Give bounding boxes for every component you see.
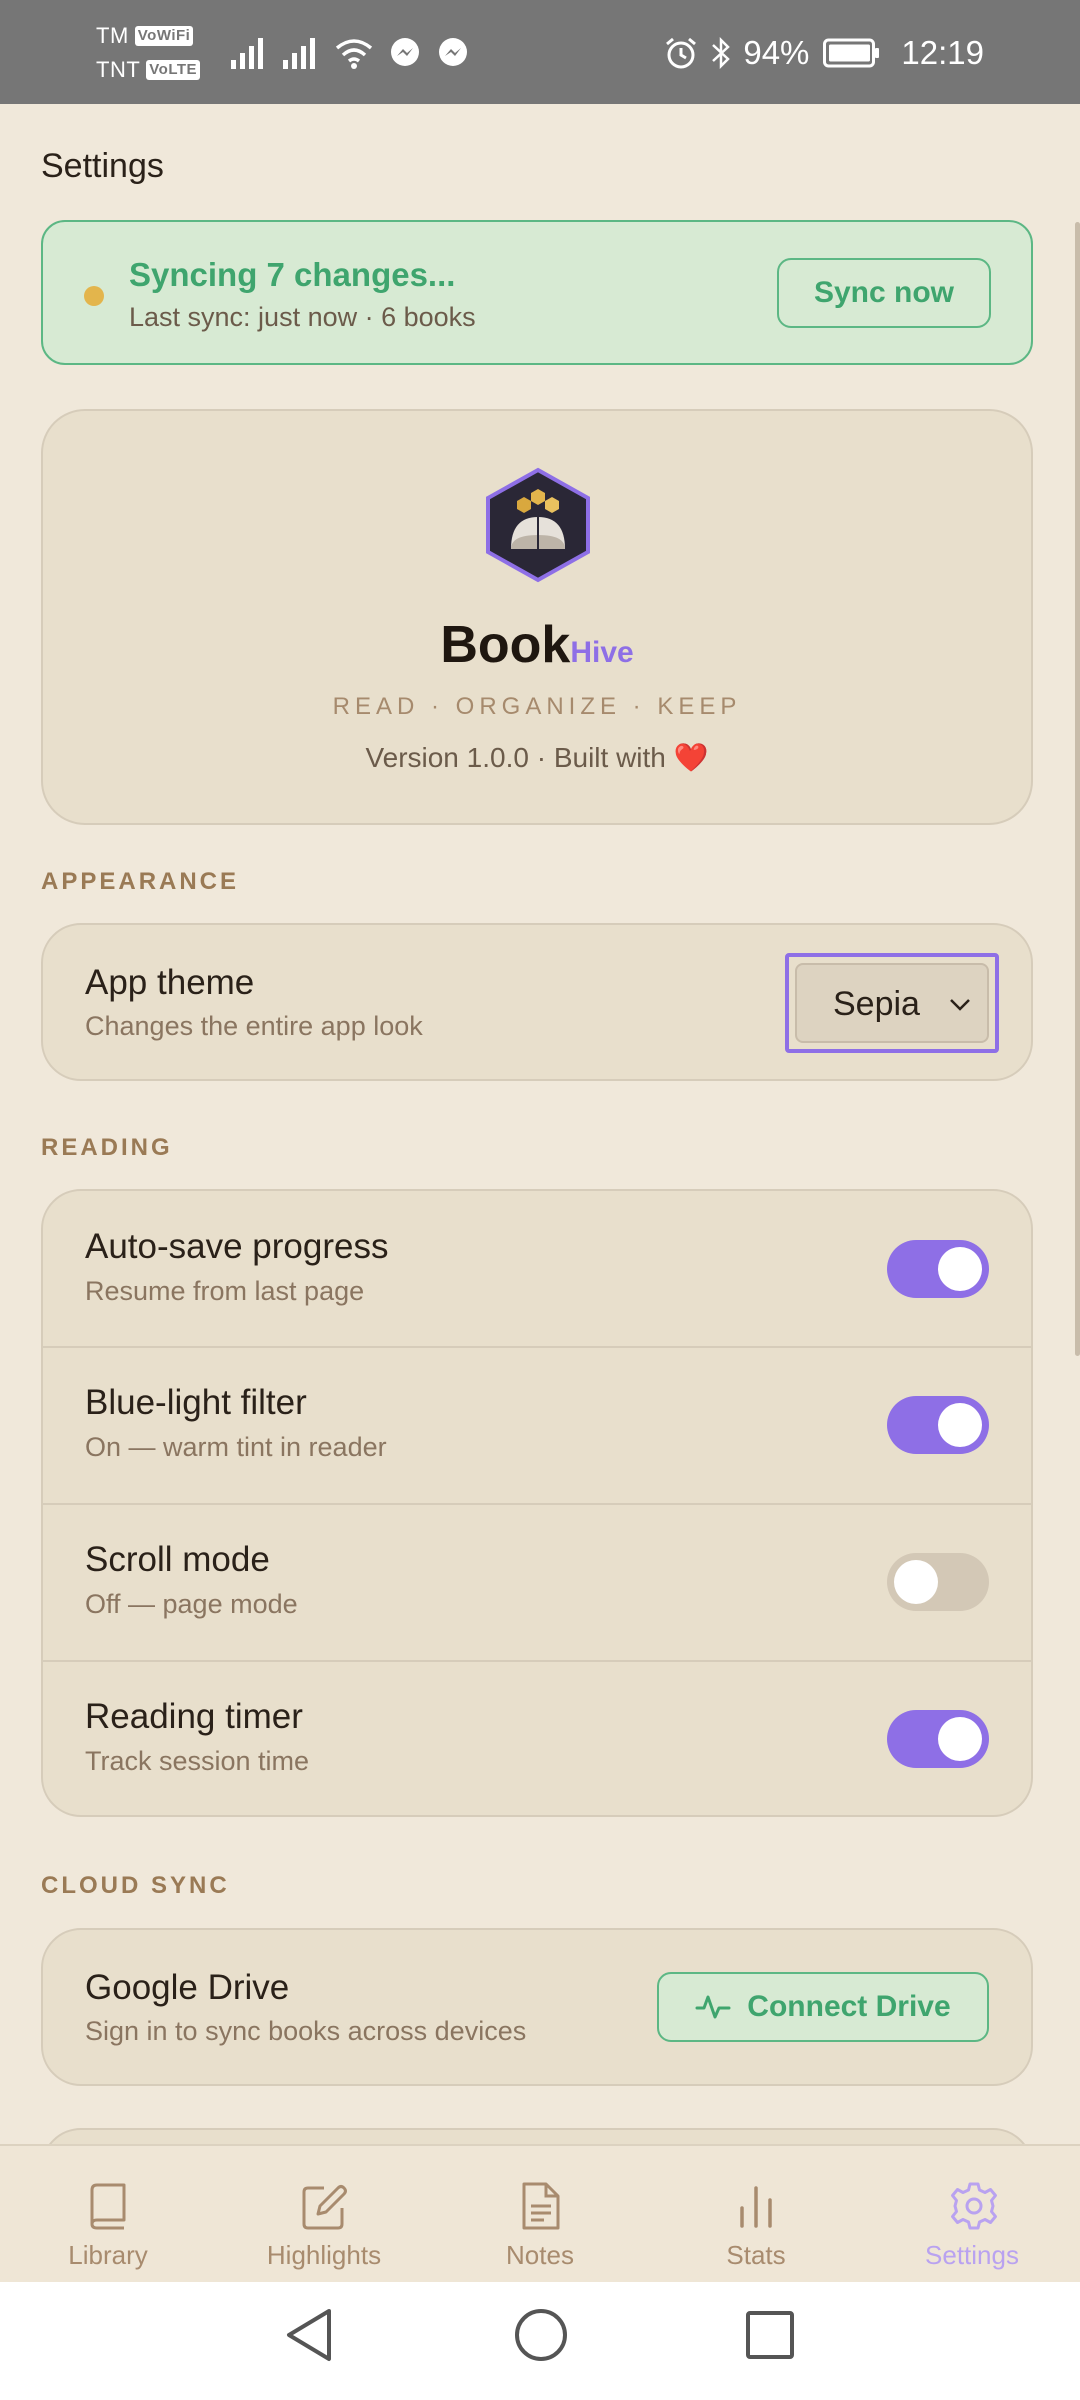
back-icon[interactable] bbox=[283, 2306, 335, 2369]
carrier-2-badge: VoLTE bbox=[146, 60, 201, 80]
about-card: BookHive READ · ORGANIZE · KEEP Version … bbox=[41, 409, 1033, 825]
brand-name-main: Book bbox=[440, 616, 571, 674]
toggle-knob bbox=[894, 1560, 938, 1604]
wifi-icon bbox=[334, 36, 374, 70]
gear-icon bbox=[948, 2180, 997, 2232]
edit-icon bbox=[300, 2180, 348, 2232]
carrier-1-name: TM bbox=[96, 23, 129, 48]
nav-label: Library bbox=[68, 2240, 148, 2270]
page-title: Settings bbox=[41, 147, 164, 185]
section-header-appearance: APPEARANCE bbox=[41, 868, 240, 895]
nav-label: Stats bbox=[726, 2240, 786, 2270]
toggle-knob bbox=[938, 1717, 982, 1761]
sync-now-button[interactable]: Sync now bbox=[777, 258, 991, 328]
carrier-list: TM VoWiFi TNT VoLTE bbox=[96, 20, 201, 86]
setting-subtitle: Track session time bbox=[85, 1746, 310, 1776]
toggle-knob bbox=[938, 1403, 982, 1447]
appearance-card: App theme Changes the entire app look Se… bbox=[41, 923, 1033, 1081]
theme-select-focus-ring: Sepia bbox=[785, 953, 999, 1053]
sync-status-banner: Syncing 7 changes... Last sync: just now… bbox=[41, 220, 1033, 365]
cloud-sync-card: Google Drive Sign in to sync books acros… bbox=[41, 1928, 1033, 2086]
app-theme-subtitle: Changes the entire app look bbox=[85, 1011, 423, 1041]
connect-drive-label: Connect Drive bbox=[747, 1990, 951, 2023]
brand-name: BookHive bbox=[43, 617, 1031, 686]
messenger-icon bbox=[388, 36, 422, 70]
section-header-cloud-sync: CLOUD SYNC bbox=[41, 1872, 230, 1899]
heart-icon: ❤️ bbox=[673, 742, 709, 773]
auto-save-toggle[interactable] bbox=[887, 1240, 989, 1298]
chevron-down-icon bbox=[947, 991, 973, 1022]
scrollbar[interactable] bbox=[1075, 222, 1080, 1356]
bluetooth-icon bbox=[709, 35, 733, 71]
setting-title: Scroll mode bbox=[85, 1540, 270, 1579]
setting-row-scroll-mode[interactable]: Scroll mode Off — page mode bbox=[43, 1505, 1031, 1660]
google-drive-title: Google Drive bbox=[85, 1968, 290, 2007]
system-navigation-bar bbox=[0, 2282, 1080, 2400]
carrier-2: TNT VoLTE bbox=[96, 54, 201, 86]
setting-title: Auto-save progress bbox=[85, 1227, 389, 1266]
bottom-navigation: Library Highlights Notes Stats Settings bbox=[0, 2144, 1080, 2282]
setting-row-auto-save[interactable]: Auto-save progress Resume from last page bbox=[43, 1191, 1031, 1347]
reading-card: Auto-save progress Resume from last page… bbox=[41, 1189, 1033, 1817]
setting-title: Blue-light filter bbox=[85, 1383, 307, 1422]
nav-item-library[interactable]: Library bbox=[0, 2146, 216, 2282]
clock: 12:19 bbox=[901, 34, 984, 71]
theme-select[interactable]: Sepia bbox=[795, 963, 989, 1043]
bookhive-logo bbox=[483, 467, 593, 583]
nav-item-settings[interactable]: Settings bbox=[864, 2146, 1080, 2282]
setting-row-blue-light[interactable]: Blue-light filter On — warm tint in read… bbox=[43, 1348, 1031, 1503]
nav-label: Notes bbox=[506, 2240, 574, 2270]
status-bar-left: TM VoWiFi TNT VoLTE bbox=[96, 18, 484, 88]
connect-drive-button[interactable]: Connect Drive bbox=[657, 1972, 989, 2042]
nav-item-highlights[interactable]: Highlights bbox=[216, 2146, 432, 2282]
app-theme-title: App theme bbox=[85, 963, 255, 1002]
toggle-knob bbox=[938, 1247, 982, 1291]
carrier-1: TM VoWiFi bbox=[96, 20, 200, 52]
google-drive-subtitle: Sign in to sync books across devices bbox=[85, 2016, 527, 2046]
setting-subtitle: On — warm tint in reader bbox=[85, 1432, 387, 1462]
version-line: Version 1.0.0 · Built with ❤️ bbox=[43, 741, 1031, 774]
carrier-2-name: TNT bbox=[96, 57, 141, 82]
setting-title: Reading timer bbox=[85, 1697, 303, 1736]
tagline: READ · ORGANIZE · KEEP bbox=[332, 693, 742, 720]
settings-content[interactable]: Settings Syncing 7 changes... Last sync:… bbox=[0, 104, 1080, 2144]
next-card-partial bbox=[41, 2128, 1033, 2144]
reading-timer-toggle[interactable] bbox=[887, 1710, 989, 1768]
sync-status-title: Syncing 7 changes... bbox=[129, 256, 456, 293]
section-header-reading: READING bbox=[41, 1134, 173, 1161]
home-icon[interactable] bbox=[514, 2306, 568, 2369]
status-bar-right: 94% 12:19 bbox=[663, 18, 984, 88]
setting-subtitle: Off — page mode bbox=[85, 1589, 298, 1619]
theme-select-value: Sepia bbox=[833, 985, 920, 1023]
signal-strength-icon-2 bbox=[282, 36, 320, 70]
blue-light-toggle[interactable] bbox=[887, 1396, 989, 1454]
recent-apps-icon[interactable] bbox=[744, 2306, 796, 2369]
messenger-icon-2 bbox=[436, 36, 470, 70]
brand-name-sub: Hive bbox=[570, 636, 634, 669]
scroll-mode-toggle[interactable] bbox=[887, 1553, 989, 1611]
battery-percent: 94% bbox=[743, 34, 810, 71]
nav-item-stats[interactable]: Stats bbox=[648, 2146, 864, 2282]
sync-status-dot bbox=[84, 286, 104, 306]
battery-icon bbox=[823, 38, 881, 68]
status-bar: TM VoWiFi TNT VoLTE 94% 12:19 bbox=[0, 0, 1080, 104]
alarm-icon bbox=[663, 35, 699, 71]
sync-status-subtitle: Last sync: just now · 6 books bbox=[129, 302, 476, 332]
carrier-1-badge: VoWiFi bbox=[134, 26, 194, 46]
setting-row-reading-timer[interactable]: Reading timer Track session time bbox=[43, 1662, 1031, 1815]
nav-label: Highlights bbox=[266, 2240, 382, 2270]
nav-label: Settings bbox=[925, 2240, 1019, 2270]
book-icon bbox=[84, 2180, 132, 2232]
signal-strength-icon bbox=[230, 36, 268, 70]
nav-item-notes[interactable]: Notes bbox=[432, 2146, 648, 2282]
bar-chart-icon bbox=[732, 2180, 780, 2232]
activity-pulse-icon bbox=[695, 1991, 731, 2023]
setting-subtitle: Resume from last page bbox=[85, 1276, 365, 1306]
document-icon bbox=[516, 2180, 564, 2232]
version-text: Version 1.0.0 · Built with bbox=[365, 742, 666, 773]
